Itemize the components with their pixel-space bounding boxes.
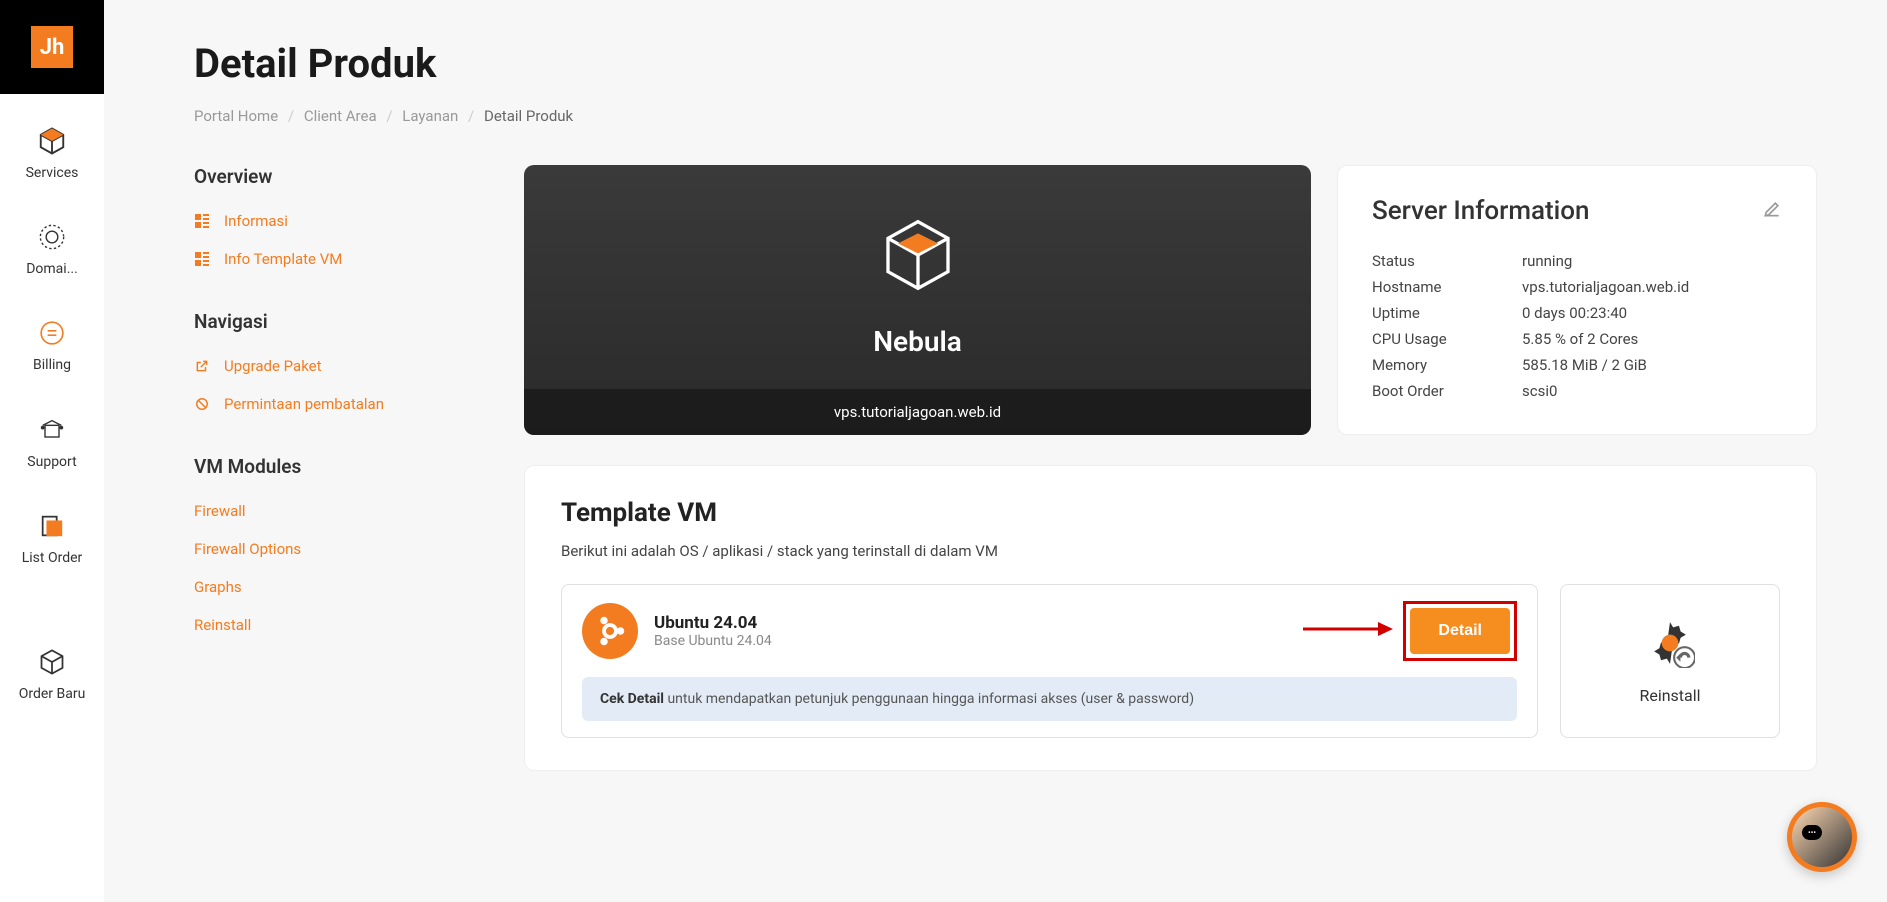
product-card: Nebula vps.tutorialjagoan.web.id [524,165,1311,435]
chat-fab[interactable]: ••• [1787,802,1857,872]
sidebar-item-label: Order Baru [19,685,86,703]
sidebar-item-list-order[interactable]: List Order [0,491,104,587]
info-value: 5.85 % of 2 Cores [1522,330,1782,348]
banner-text: untuk mendapatkan petunjuk penggunaan hi… [664,691,1194,707]
reinstall-card[interactable]: Reinstall [1560,584,1780,738]
arrow-annotation [1303,619,1393,643]
nav-link-label: Info Template VM [224,250,342,268]
list-icon [37,511,67,541]
breadcrumb-link[interactable]: Layanan [402,107,458,125]
template-vm-card: Template VM Berikut ini adalah OS / apli… [524,465,1817,771]
product-name: Nebula [544,325,1291,358]
nav-link-permintaan-pembatalan[interactable]: Permintaan pembatalan [194,395,494,413]
breadcrumb: Portal Home / Client Area / Layanan / De… [194,107,1817,125]
info-value: vps.tutorialjagoan.web.id [1522,278,1782,296]
info-icon [194,251,210,267]
info-row-cpu: CPU Usage 5.85 % of 2 Cores [1372,326,1782,352]
cube-icon [37,126,67,156]
nav-link-label: Upgrade Paket [224,357,322,375]
detail-button[interactable]: Detail [1410,608,1510,654]
breadcrumb-current: Detail Produk [484,107,573,125]
os-subtitle: Base Ubuntu 24.04 [654,633,1387,649]
receipt-icon [37,318,67,348]
sidebar-item-label: Billing [33,356,71,374]
sidebar-item-domains[interactable]: Domai... [0,202,104,298]
nav-link-graphs[interactable]: Graphs [194,578,494,596]
reinstall-gear-icon [1645,618,1695,672]
sidebar-item-label: Support [27,453,76,471]
nav-link-label: Informasi [224,212,288,230]
template-title: Template VM [561,498,1780,528]
chat-avatar: ••• [1792,807,1852,867]
info-label: CPU Usage [1372,330,1522,348]
sidebar-item-label: List Order [22,549,83,567]
detail-highlight: Detail [1403,601,1517,661]
nav-link-label: Permintaan pembatalan [224,395,384,413]
banner-strong: Cek Detail [600,691,664,707]
info-row-boot: Boot Order scsi0 [1372,378,1782,404]
ubuntu-icon [582,603,638,659]
info-banner: Cek Detail untuk mendapatkan petunjuk pe… [582,677,1517,721]
page-title: Detail Produk [194,40,1817,87]
sidebar-item-label: Services [26,164,79,182]
navigasi-heading: Navigasi [194,310,494,333]
box-icon [37,647,67,677]
external-link-icon [194,358,210,374]
info-value: running [1522,252,1782,270]
nav-link-reinstall[interactable]: Reinstall [194,616,494,634]
breadcrumb-link[interactable]: Portal Home [194,107,278,125]
logo: Jh [31,26,73,68]
info-label: Memory [1372,356,1522,374]
info-row-hostname: Hostname vps.tutorialjagoan.web.id [1372,274,1782,300]
info-label: Hostname [1372,278,1522,296]
breadcrumb-link[interactable]: Client Area [304,107,377,125]
cancel-icon [194,396,210,412]
info-label: Uptime [1372,304,1522,322]
sidebar-item-services[interactable]: Services [0,106,104,202]
product-cube-icon [878,215,958,295]
nav-link-info-template-vm[interactable]: Info Template VM [194,250,494,268]
info-row-uptime: Uptime 0 days 00:23:40 [1372,300,1782,326]
nav-link-informasi[interactable]: Informasi [194,212,494,230]
os-card: Ubuntu 24.04 Base Ubuntu 24.04 Detail [561,584,1538,738]
info-row-memory: Memory 585.18 MiB / 2 GiB [1372,352,1782,378]
info-row-status: Status running [1372,248,1782,274]
server-info-card: Server Information Status running Hostna… [1337,165,1817,435]
sidebar-item-label: Domai... [26,260,78,278]
nav-link-firewall-options[interactable]: Firewall Options [194,540,494,558]
sidebar-item-support[interactable]: Support [0,395,104,491]
nav-link-upgrade-paket[interactable]: Upgrade Paket [194,357,494,375]
overview-heading: Overview [194,165,494,188]
product-hostname: vps.tutorialjagoan.web.id [524,388,1311,435]
info-label: Status [1372,252,1522,270]
info-value: scsi0 [1522,382,1782,400]
template-desc: Berikut ini adalah OS / aplikasi / stack… [561,542,1780,560]
info-value: 585.18 MiB / 2 GiB [1522,356,1782,374]
support-icon [37,415,67,445]
reinstall-label: Reinstall [1639,686,1700,705]
os-name: Ubuntu 24.04 [654,613,1387,633]
info-value: 0 days 00:23:40 [1522,304,1782,322]
info-label: Boot Order [1372,382,1522,400]
server-info-title: Server Information [1372,196,1590,226]
info-icon [194,213,210,229]
vm-modules-heading: VM Modules [194,455,494,478]
chat-bubble-icon: ••• [1802,825,1822,840]
globe-icon [37,222,67,252]
nav-link-firewall[interactable]: Firewall [194,502,494,520]
sidebar-item-billing[interactable]: Billing [0,298,104,394]
logo-block[interactable]: Jh [0,0,104,94]
sidebar-item-order-baru[interactable]: Order Baru [0,627,104,723]
edit-icon[interactable] [1762,199,1782,223]
